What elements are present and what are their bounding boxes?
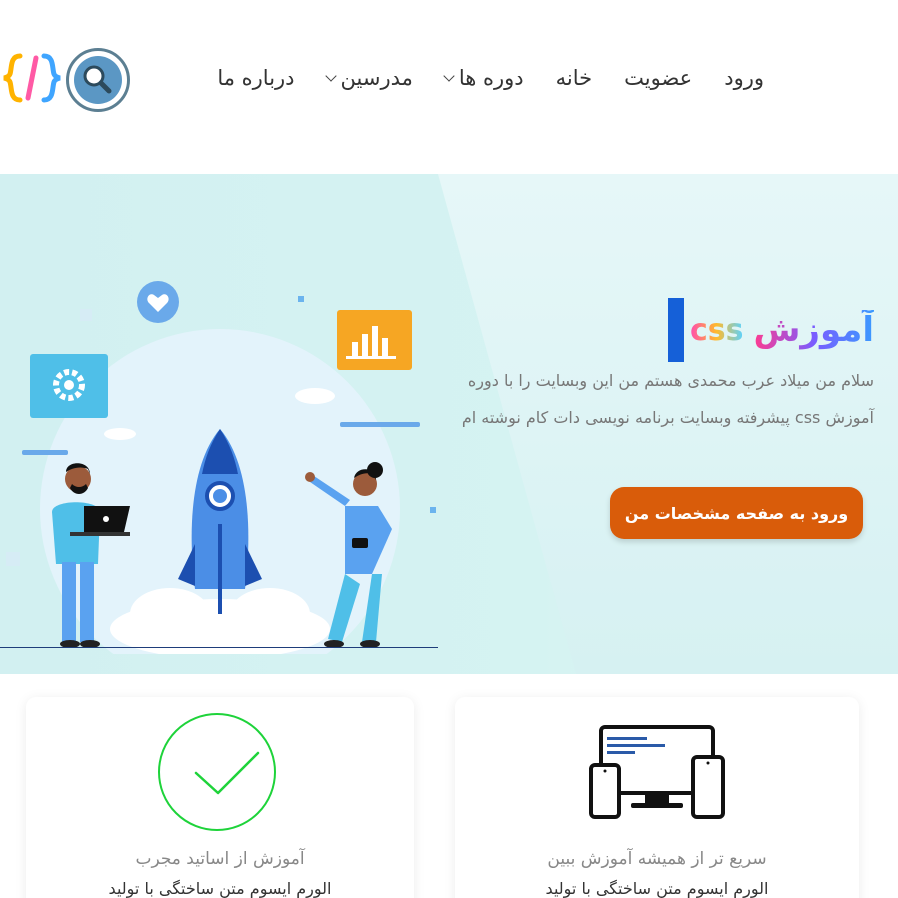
hero-title-main: آموزش bbox=[753, 310, 874, 350]
nav-teachers[interactable]: مدرسین bbox=[324, 66, 413, 90]
feature-card-instructors: آموزش از اساتید مجرب الورم ایسوم متن ساخ… bbox=[26, 697, 414, 898]
nav-about-label: درباره ما bbox=[217, 66, 295, 90]
nav-teachers-label: مدرسین bbox=[340, 66, 413, 90]
card-text: الورم ایسوم متن ساختگی با تولید bbox=[108, 879, 332, 898]
nav-login[interactable]: ورود bbox=[724, 66, 764, 90]
nav-login-label: ورود bbox=[724, 66, 764, 90]
nav-about[interactable]: درباره ما bbox=[217, 66, 294, 90]
profile-page-button[interactable]: ورود به صفحه مشخصات من bbox=[610, 487, 863, 539]
nav-home-label: خانه bbox=[555, 66, 593, 90]
hero-section: آموزش css سلام من میلاد عرب محمدی هستم م… bbox=[0, 174, 898, 674]
nav-register[interactable]: عضویت bbox=[624, 66, 692, 90]
nav-courses[interactable]: دوره ها bbox=[443, 66, 524, 90]
hero-title: آموزش css bbox=[667, 298, 874, 362]
checkmark-circle-icon bbox=[158, 713, 276, 831]
chevron-down-icon bbox=[443, 70, 455, 82]
nav-register-label: عضویت bbox=[624, 66, 693, 90]
devices-icon bbox=[589, 725, 725, 819]
rocket-launch-illustration bbox=[6, 281, 436, 654]
card-title: سریع تر از همیشه آموزش ببین bbox=[547, 849, 767, 869]
main-nav: ورود عضویت خانه دوره ها مدرسین درباره ما bbox=[217, 60, 764, 96]
nav-courses-label: دوره ها bbox=[458, 66, 524, 90]
nav-home[interactable]: خانه bbox=[556, 66, 592, 90]
feature-card-faster: سریع تر از همیشه آموزش ببین الورم ایسوم … bbox=[455, 697, 859, 898]
hero-baseline bbox=[0, 647, 438, 648]
site-logo[interactable] bbox=[0, 48, 64, 108]
curly-braces-logo-icon bbox=[3, 53, 61, 103]
hero-title-accent: css bbox=[689, 312, 744, 348]
hero-description: سلام من میلاد عرب محمدی هستم من این وبسا… bbox=[461, 371, 874, 427]
typing-cursor bbox=[667, 298, 684, 362]
card-title: آموزش از اساتید مجرب bbox=[135, 849, 305, 869]
search-icon bbox=[74, 56, 122, 104]
search-button[interactable] bbox=[66, 48, 130, 112]
chevron-down-icon bbox=[324, 70, 337, 82]
card-text: الورم ایسوم متن ساختگی با تولید bbox=[545, 879, 769, 898]
